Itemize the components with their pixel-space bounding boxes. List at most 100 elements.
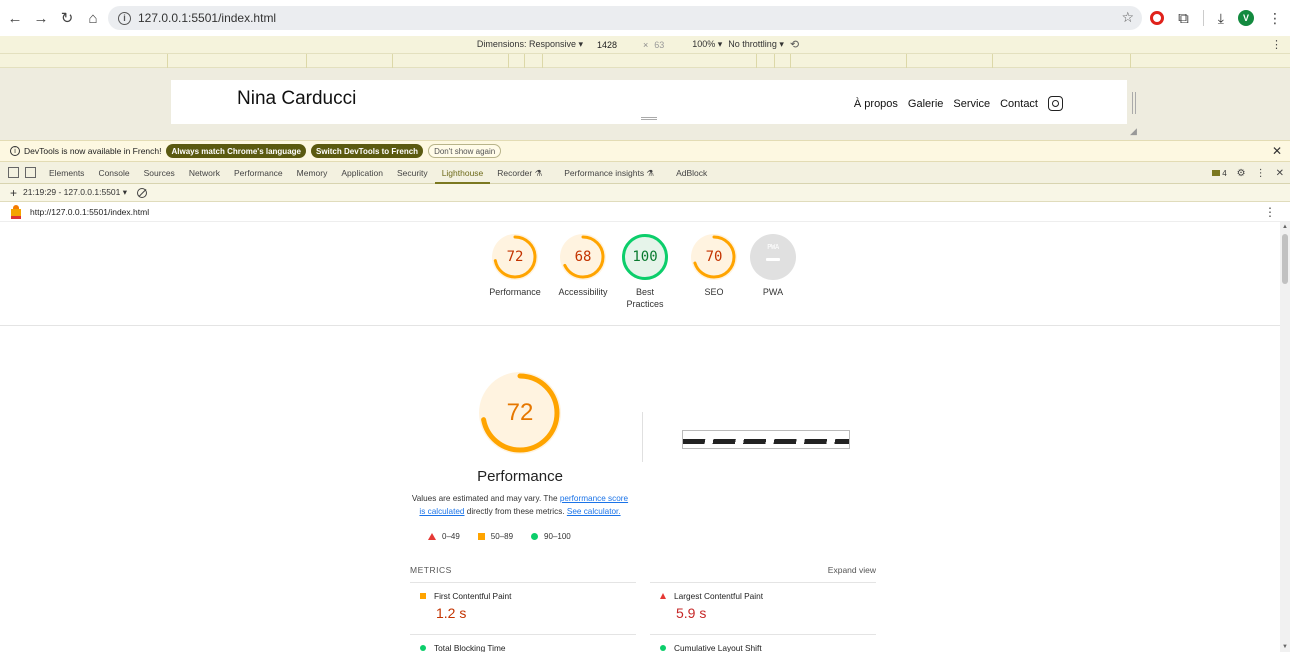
metrics-header: METRICS Expand view <box>410 559 876 581</box>
site-nav-contact[interactable]: Contact <box>1000 98 1038 110</box>
ruler-tick[interactable] <box>542 54 543 68</box>
ruler-tick[interactable] <box>524 54 525 68</box>
metric-value: 1.2 s <box>436 605 467 621</box>
zoom-dropdown[interactable]: 100% ▾ <box>692 39 722 50</box>
height-input[interactable] <box>654 37 679 52</box>
ruler-tick[interactable] <box>790 54 791 68</box>
download-icon[interactable]: ⤓ <box>1218 10 1224 27</box>
average-square-icon <box>477 533 485 540</box>
extensions-puzzle-icon[interactable]: ⧉ <box>1178 10 1189 27</box>
legend-fail: 0–49 <box>428 532 460 541</box>
expand-view-button[interactable]: Expand view <box>828 565 876 575</box>
report-selector[interactable]: 21:19:29 - 127.0.0.1:5501 ▾ <box>23 187 127 198</box>
see-calculator-link[interactable]: See calculator. <box>567 507 621 516</box>
toolbar-actions: ⧉ ⤓ V ⋮ <box>1150 6 1282 30</box>
scrollbar-thumb[interactable] <box>1282 234 1288 284</box>
ruler-tick[interactable] <box>167 54 168 68</box>
gauge-score-best-practices: 100 <box>632 249 658 265</box>
ruler-tick[interactable] <box>756 54 757 68</box>
tab-recorder[interactable]: Recorder ⚗ <box>490 162 549 184</box>
instagram-icon[interactable] <box>1048 96 1063 111</box>
opera-extension-icon[interactable] <box>1150 11 1165 25</box>
browser-toolbar: ← → ↻ ⌂ i 127.0.0.1:5501/index.html ☆ ⧉ … <box>0 0 1290 36</box>
ruler-tick[interactable] <box>392 54 393 68</box>
scroll-down-arrow-icon[interactable]: ▼ <box>1282 644 1288 650</box>
lighthouse-logo-icon <box>10 204 22 219</box>
site-info-icon[interactable]: i <box>118 11 131 25</box>
report-scrollbar[interactable]: ▲ ▼ <box>1280 222 1290 652</box>
scroll-up-arrow-icon[interactable]: ▲ <box>1282 224 1288 230</box>
close-icon[interactable]: ✕ <box>1272 144 1282 158</box>
vertical-divider <box>642 412 643 462</box>
tab-memory[interactable]: Memory <box>290 162 335 184</box>
tab-lighthouse[interactable]: Lighthouse <box>434 162 491 184</box>
gauge-ring-best-practices: 100 <box>622 234 668 280</box>
resize-handle-bottom[interactable] <box>641 117 657 120</box>
ruler-tick[interactable] <box>508 54 509 68</box>
ruler-tick[interactable] <box>906 54 907 68</box>
gauge-performance[interactable]: 72 Performance <box>480 234 550 298</box>
report-menu-icon[interactable]: ⋮ <box>1264 205 1276 219</box>
tab-console[interactable]: Console <box>91 162 136 184</box>
resize-handle-right[interactable] <box>1132 92 1136 114</box>
match-language-button[interactable]: Always match Chrome's language <box>166 144 306 158</box>
resize-handle-corner[interactable]: ◢ <box>1130 126 1137 137</box>
infobar-message: DevTools is now available in French! <box>24 146 162 156</box>
reload-icon[interactable]: ↻ <box>56 7 78 29</box>
rotate-icon[interactable]: ⟲ <box>790 38 799 51</box>
home-icon[interactable]: ⌂ <box>82 7 104 29</box>
inspect-element-icon[interactable] <box>8 167 19 178</box>
tab-application[interactable]: Application <box>334 162 390 184</box>
ruler-tick[interactable] <box>1130 54 1131 68</box>
profile-avatar[interactable]: V <box>1238 10 1254 26</box>
address-bar[interactable]: i 127.0.0.1:5501/index.html ☆ <box>108 6 1142 30</box>
issues-badge[interactable]: 4 <box>1212 169 1227 178</box>
performance-description: Values are estimated and may vary. The p… <box>408 492 632 518</box>
fail-triangle-icon <box>660 593 666 599</box>
tab-network[interactable]: Network <box>182 162 227 184</box>
settings-gear-icon[interactable]: ⚙ <box>1237 168 1246 179</box>
tab-performance[interactable]: Performance <box>227 162 290 184</box>
gauge-ring-accessibility: 68 <box>560 234 606 280</box>
gauge-score-seo: 70 <box>705 249 723 265</box>
ruler-tick[interactable] <box>992 54 993 68</box>
bookmark-star-icon[interactable]: ☆ <box>1121 9 1134 26</box>
performance-big-gauge[interactable]: 72 <box>479 372 561 454</box>
dont-show-again-button[interactable]: Don't show again <box>428 144 502 158</box>
gauge-score-accessibility: 68 <box>574 249 592 265</box>
site-nav-service[interactable]: Service <box>953 98 990 110</box>
tab-adblock[interactable]: AdBlock <box>669 162 714 184</box>
pass-circle-icon <box>531 533 539 540</box>
devtools-close-icon[interactable]: ✕ <box>1276 168 1284 179</box>
site-nav-gallery[interactable]: Galerie <box>908 98 943 110</box>
dimensions-dropdown[interactable]: Dimensions: Responsive ▾ <box>477 39 583 50</box>
forward-arrow-icon[interactable]: → <box>30 7 52 29</box>
tab-elements[interactable]: Elements <box>42 162 91 184</box>
tab-security[interactable]: Security <box>390 162 435 184</box>
gauge-accessibility[interactable]: 68 Accessibility <box>548 234 618 298</box>
tab-performance-insights[interactable]: Performance insights ⚗ <box>557 162 661 184</box>
final-screenshot-thumbnail[interactable] <box>682 430 850 449</box>
ruler-tick[interactable] <box>306 54 307 68</box>
metric-cls: Cumulative Layout Shift <box>650 634 876 652</box>
ruler-tick[interactable] <box>774 54 775 68</box>
width-input[interactable] <box>596 37 637 52</box>
tab-sources[interactable]: Sources <box>137 162 182 184</box>
devtools-menu-icon[interactable]: ⋮ <box>1256 168 1266 179</box>
metrics-title: METRICS <box>410 565 452 575</box>
new-report-plus-icon[interactable]: + <box>10 186 17 200</box>
browser-menu-icon[interactable]: ⋮ <box>1268 10 1282 27</box>
clear-reports-icon[interactable] <box>137 187 148 198</box>
back-arrow-icon[interactable]: ← <box>4 7 26 29</box>
device-toggle-icon[interactable] <box>25 167 36 178</box>
gauge-pwa[interactable]: PWA PWA <box>738 234 808 298</box>
throttling-dropdown[interactable]: No throttling ▾ <box>728 39 784 50</box>
site-nav-about[interactable]: À propos <box>854 98 898 110</box>
gauge-ring-seo: 70 <box>691 234 737 280</box>
device-toolbar-more-icon[interactable]: ⋮ <box>1271 38 1282 51</box>
metric-fcp: First Contentful Paint 1.2 s <box>410 582 636 621</box>
gauge-best-practices[interactable]: 100 Best Practices <box>610 234 680 310</box>
gauge-label-performance: Performance <box>489 287 541 297</box>
switch-language-button[interactable]: Switch DevTools to French <box>310 144 424 158</box>
device-toolbar: Dimensions: Responsive ▾ × 100% ▾ No thr… <box>0 36 1290 54</box>
